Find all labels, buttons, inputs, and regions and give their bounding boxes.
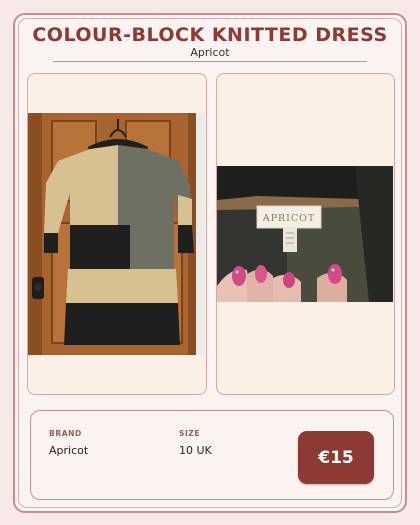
title-divider: [53, 61, 367, 62]
photo-panel-label[interactable]: APRICOT: [216, 73, 395, 395]
price-badge[interactable]: €15: [298, 431, 374, 484]
brand-value: Apricot: [49, 444, 89, 457]
size-label: SIZE: [179, 429, 201, 438]
size-field: SIZE 10 UK: [179, 429, 212, 457]
dress-photo[interactable]: [28, 113, 205, 355]
size-value: 10 UK: [179, 444, 212, 457]
brand-label: BRAND: [49, 429, 82, 438]
details-panel: BRAND Apricot SIZE 10 UK €15: [30, 410, 394, 500]
listing-title: COLOUR-BLOCK KNITTED DRESS: [32, 24, 388, 46]
photo-panel-dress[interactable]: [27, 73, 207, 395]
brand-field: BRAND Apricot: [49, 429, 88, 457]
label-brand-text: APRICOT: [262, 213, 316, 224]
label-photo[interactable]: APRICOT: [217, 166, 393, 302]
listing-subtitle: Apricot: [190, 46, 230, 59]
listing-card: COLOUR-BLOCK KNITTED DRESS Apricot APRIC…: [13, 13, 407, 513]
